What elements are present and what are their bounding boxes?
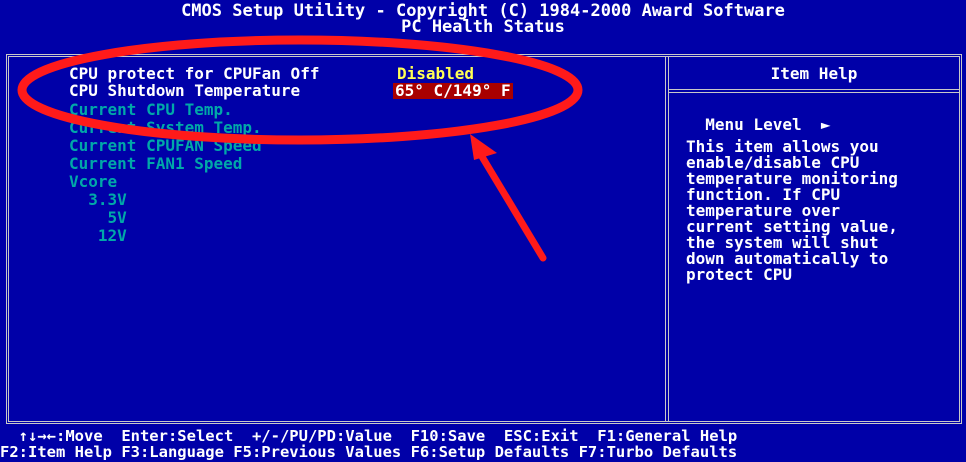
setting-value-cpu-protect[interactable]: Disabled xyxy=(397,66,474,82)
readout-fan1-speed: Current FAN1 Speed xyxy=(69,154,243,173)
right-triangle-icon: ► xyxy=(801,115,831,134)
help-header-divider xyxy=(669,89,959,93)
key-legend-line-1: ↑↓→←:Move Enter:Select +/-/PU/PD:Value F… xyxy=(0,427,738,445)
readout-3v3: 3.3V xyxy=(69,190,127,209)
help-line: protect CPU xyxy=(686,265,792,284)
readout-cpu-temp: Current CPU Temp. xyxy=(69,100,233,119)
setting-label-shutdown-temp: CPU Shutdown Temperature xyxy=(69,81,301,100)
page-title: PC Health Status xyxy=(401,17,565,37)
readout-cpufan-speed: Current CPUFAN Speed xyxy=(69,136,262,155)
readout-5v: 5V xyxy=(69,208,127,227)
key-legend-line-2: F2:Item Help F3:Language F5:Previous Val… xyxy=(0,443,738,461)
menu-level-row: Menu Level ► xyxy=(686,101,831,134)
readout-system-temp: Current System Temp. xyxy=(69,118,262,137)
readout-12v: 12V xyxy=(69,226,127,245)
setting-value-shutdown-temp[interactable]: 65° C/149° F xyxy=(393,83,513,99)
setting-label-cpu-protect: CPU protect for CPUFan Off xyxy=(69,64,320,83)
item-help-title: Item Help xyxy=(770,64,858,83)
readout-vcore: Vcore xyxy=(69,172,118,191)
pane-divider xyxy=(665,57,669,421)
menu-level-label: Menu Level xyxy=(705,115,802,134)
